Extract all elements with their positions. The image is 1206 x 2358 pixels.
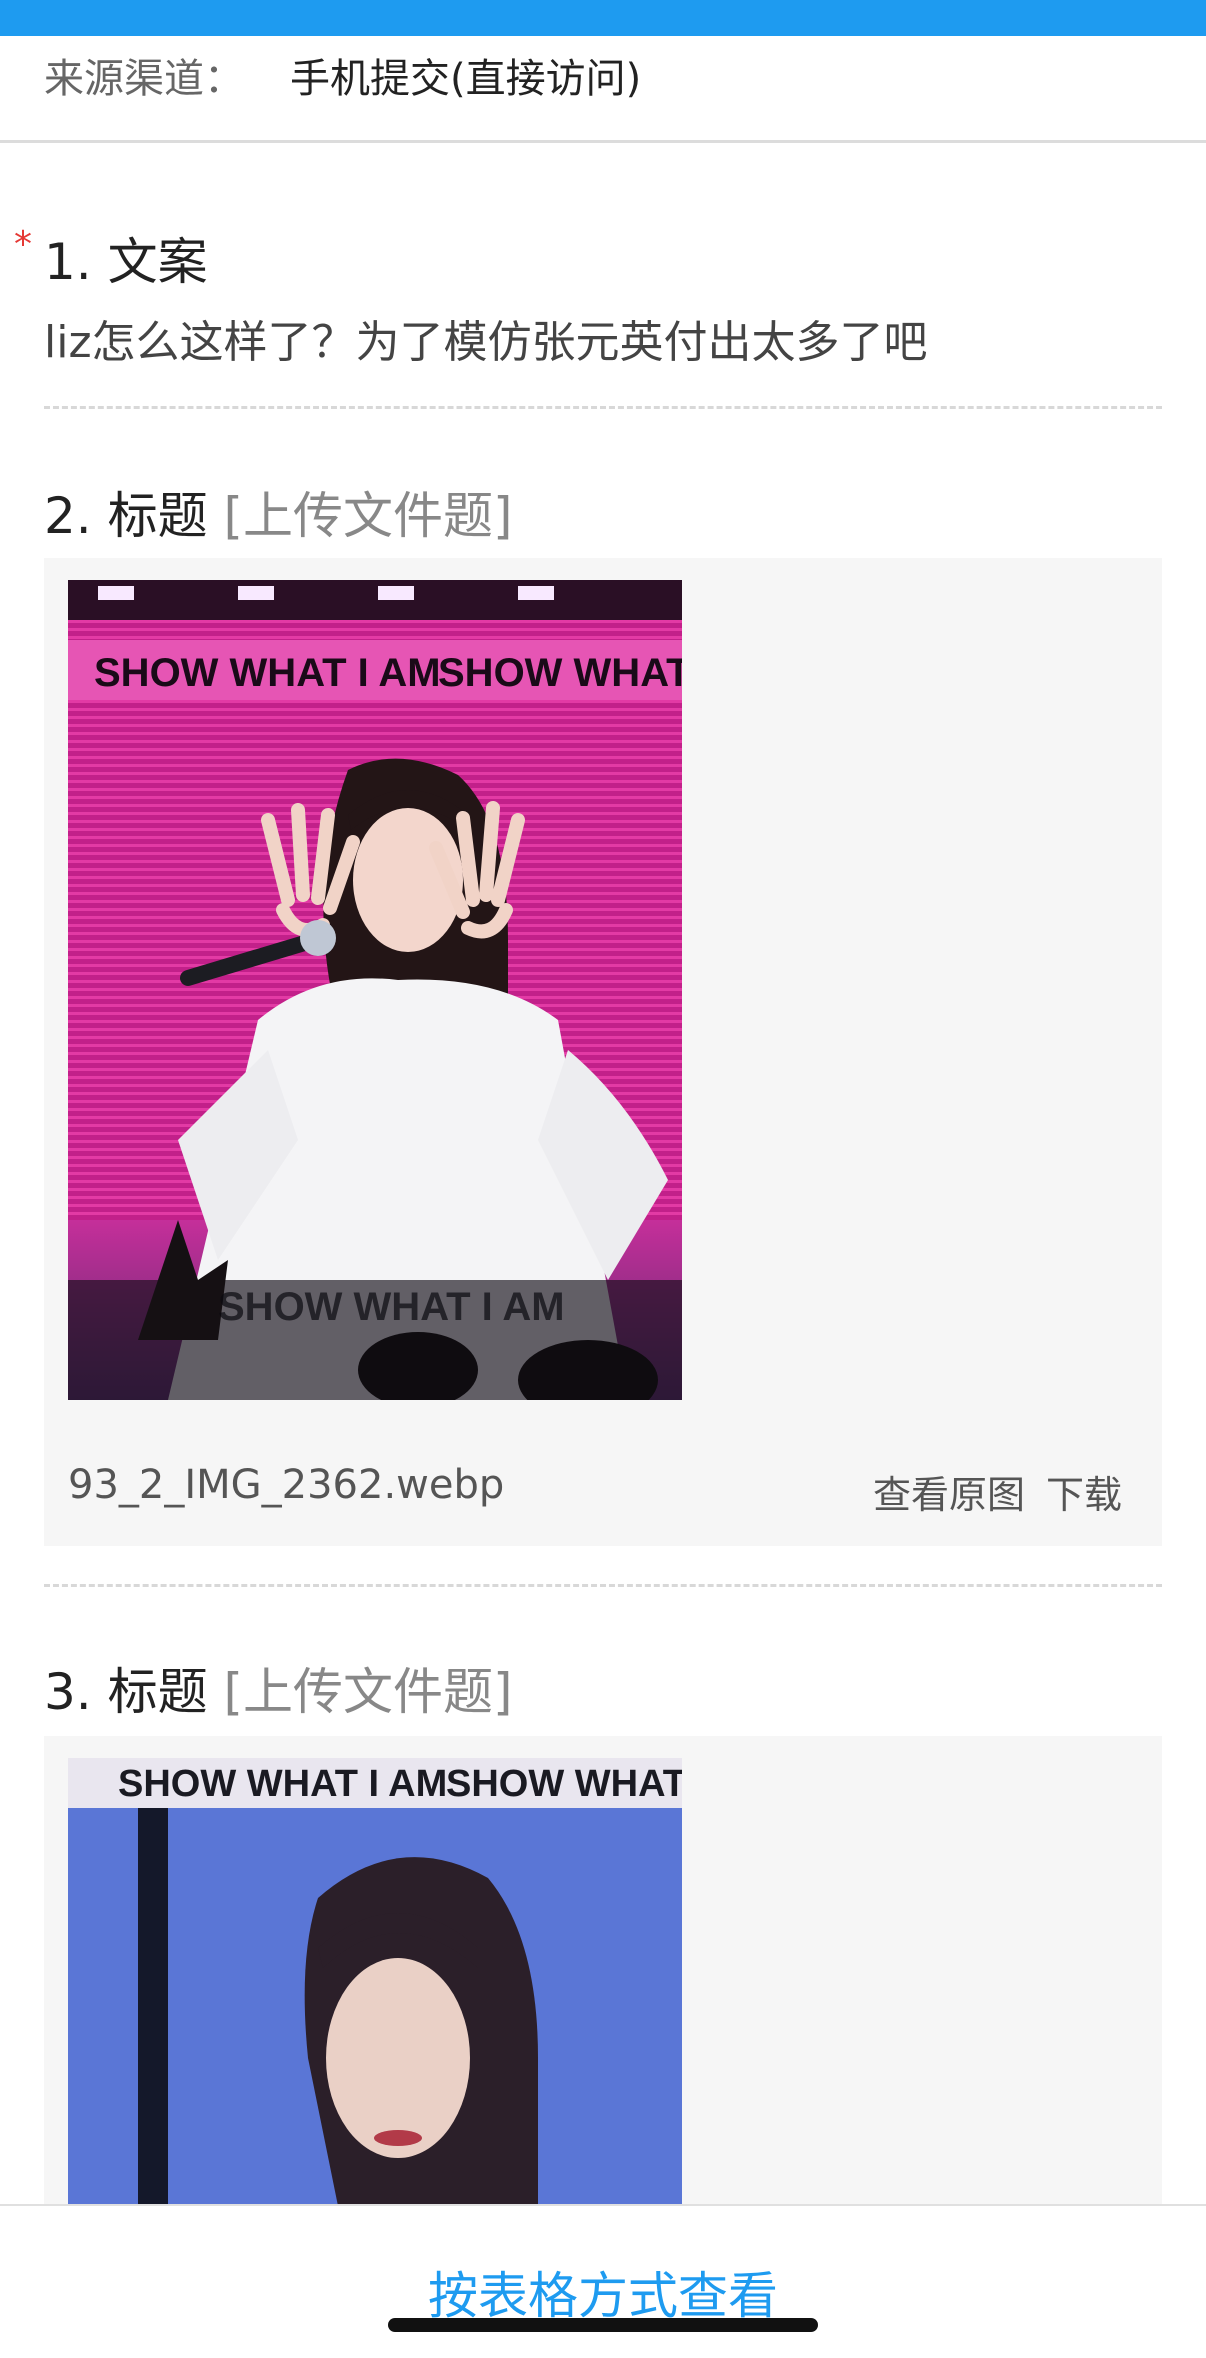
question-3-type: [上传文件题] [223,1663,513,1721]
file-panel-2: SHOW WHAT I AM SHOW WHAT I SHOW WH [44,558,1162,1546]
required-mark: * [14,224,32,265]
uploaded-image-2[interactable]: SHOW WHAT I AM SHOW WHAT I SHOW WH [68,580,682,1400]
file-panel-3: SHOW WHAT I AM SHOW WHAT I [44,1736,1162,2206]
banner-text-2b: SHOW WHAT I [438,651,682,695]
divider [44,406,1162,409]
question-3-title: 3. 标题 [上传文件题] [44,1652,513,1724]
question-2-title: 2. 标题 [上传文件题] [44,476,513,548]
uploaded-image-3[interactable]: SHOW WHAT I AM SHOW WHAT I [68,1758,682,2206]
question-2-label: 2. 标题 [44,487,208,545]
divider [44,1584,1162,1587]
banner-text-3a: SHOW WHAT I AM [118,1763,447,1805]
file-name-2: 93_2_IMG_2362.webp [68,1462,505,1508]
question-3-label: 3. 标题 [44,1663,208,1721]
home-indicator [388,2318,818,2332]
question-2-type: [上传文件题] [223,487,513,545]
question-1-title: 1. 文案 [44,233,208,291]
question-1-answer: liz怎么这样了？为了模仿张元英付出太多了吧 [44,317,928,368]
banner-text-2c: SHOW WHAT I AM [218,1285,565,1329]
photo-2: SHOW WHAT I AM SHOW WHAT I SHOW WH [68,580,682,1400]
photo-3: SHOW WHAT I AM SHOW WHAT I [68,1758,682,2206]
download-link-2[interactable]: 下载 [1046,1464,1122,1519]
banner-text-2a: SHOW WHAT I AM [94,651,441,695]
view-original-link-2[interactable]: 查看原图 [873,1464,1025,1519]
source-value: 手机提交(直接访问) [290,56,642,102]
top-status-bar [0,0,1206,36]
source-row: 来源渠道： 手机提交(直接访问) [0,36,1206,143]
banner-text-3b: SHOW WHAT I [446,1763,682,1805]
bottom-bar: 按表格方式查看 [0,2204,1206,2358]
source-label: 来源渠道： [44,56,244,102]
